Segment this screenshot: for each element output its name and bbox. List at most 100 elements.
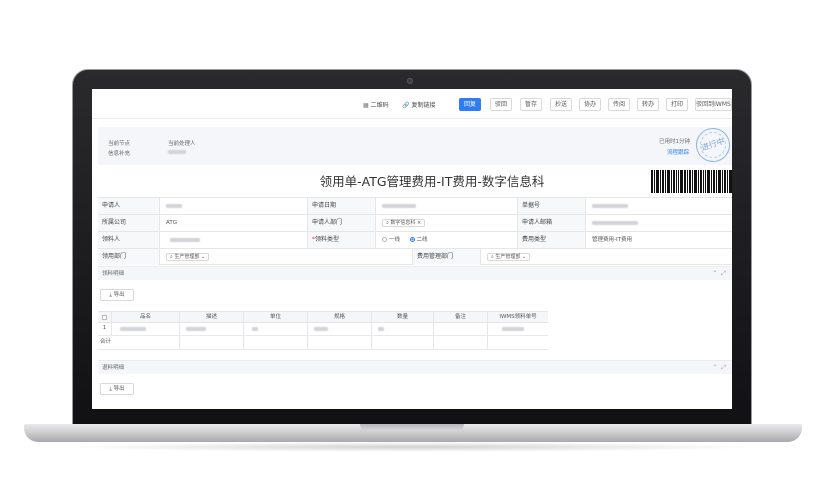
form-row-applicant: 申请人 申请日期 单据号 bbox=[98, 197, 732, 214]
col-quantity: 数量 bbox=[372, 312, 434, 322]
form-row-dept: 领用部门 ⌕ 生产管理部 ⌄ 费用管理部门 ⌕ 生产管理部 ⌄ bbox=[98, 248, 732, 265]
handler-value-redacted bbox=[168, 150, 186, 154]
assist-button[interactable]: 协办 bbox=[579, 98, 601, 111]
cell-name bbox=[112, 323, 180, 335]
apply-dept-label: 申请人部门 bbox=[308, 215, 376, 231]
chevron-down-icon[interactable]: ⌄ bbox=[522, 254, 526, 260]
col-iwms-no: IWMS领料单号 bbox=[499, 314, 537, 320]
cell-remark bbox=[434, 323, 488, 335]
company-label: 所属公司 bbox=[98, 215, 160, 231]
email-redacted bbox=[592, 221, 638, 225]
table-row[interactable]: 1 bbox=[98, 323, 548, 336]
collapse-icon[interactable]: ⌃ bbox=[712, 270, 717, 277]
form-row-receiver: 领料人 *领料类型 一线 二线 费用类型 管理费用-IT费用 bbox=[98, 231, 732, 248]
copy-link-button[interactable]: 🔗 复制链接 bbox=[402, 100, 436, 109]
applicant-redacted bbox=[166, 204, 182, 208]
apply-date-value bbox=[376, 198, 518, 214]
cc-button[interactable]: 抄送 bbox=[550, 98, 572, 111]
use-dept-field[interactable]: ⌕ 生产管理部 ⌄ bbox=[160, 249, 413, 265]
col-description: 描述 bbox=[180, 312, 244, 322]
total-cell bbox=[372, 336, 434, 349]
row-index: 1 bbox=[98, 323, 112, 335]
expense-type-label: 费用类型 bbox=[518, 232, 586, 248]
qrcode-button[interactable]: ▦ 二维码 bbox=[363, 100, 389, 109]
radio-first-line[interactable] bbox=[382, 237, 387, 242]
radio-second-line[interactable] bbox=[409, 237, 415, 242]
fullscreen-icon[interactable]: ⤢ bbox=[721, 364, 726, 371]
doc-no-label: 单据号 bbox=[518, 198, 586, 214]
col-spec: 规格 bbox=[308, 312, 372, 322]
camera-icon bbox=[407, 78, 413, 84]
link-icon: 🔗 bbox=[402, 102, 410, 109]
download-icon: ⤓ bbox=[109, 386, 112, 392]
material-type-label: *领料类型 bbox=[308, 232, 376, 248]
applicant-value bbox=[160, 198, 308, 214]
select-all-checkbox[interactable] bbox=[102, 315, 107, 320]
receiver-label: 领料人 bbox=[98, 232, 160, 248]
export-button[interactable]: ⤓ 导出 bbox=[100, 383, 134, 395]
apply-date-label: 申请日期 bbox=[308, 198, 376, 214]
apply-date-redacted bbox=[382, 204, 416, 208]
receive-detail-section[interactable]: 领料明细 ⌃ ⤢ bbox=[98, 266, 732, 280]
expense-dept-tag: ⌕ 生产管理部 ⌄ bbox=[487, 252, 531, 261]
laptop-shadow bbox=[60, 442, 764, 452]
select-all-cell bbox=[98, 312, 112, 322]
total-cell bbox=[180, 336, 244, 349]
transfer-button[interactable]: 转办 bbox=[637, 98, 659, 111]
receiver-value bbox=[160, 232, 308, 248]
cell-description-redacted bbox=[186, 327, 206, 331]
reject-button[interactable]: 驳回 bbox=[490, 98, 512, 111]
collapse-icon[interactable]: ⌃ bbox=[712, 364, 717, 371]
col-unit: 单位 bbox=[244, 312, 308, 322]
chevron-down-icon[interactable]: ⌄ bbox=[201, 254, 205, 260]
cell-iwms-no bbox=[488, 323, 548, 335]
form-row-company: 所属公司 ATG 申请人部门 ⌕ 数字信息科 × 申请人邮箱 bbox=[98, 214, 732, 231]
download-icon: ⤓ bbox=[109, 292, 112, 298]
elapsed-time: 已用时1分钟 bbox=[659, 139, 690, 145]
col-remark: 备注 bbox=[434, 312, 488, 322]
cell-unit bbox=[244, 323, 308, 335]
cell-name-redacted bbox=[120, 327, 146, 331]
total-label: 合计 bbox=[98, 336, 180, 349]
cell-quantity bbox=[372, 323, 434, 335]
reject-to-iwms-button[interactable]: 驳回到IWMS bbox=[695, 98, 732, 111]
print-button[interactable]: 打印 bbox=[666, 98, 688, 111]
qrcode-icon: ▦ bbox=[363, 102, 369, 109]
close-icon[interactable]: × bbox=[417, 220, 421, 226]
email-label: 申请人邮箱 bbox=[518, 215, 586, 231]
cell-iwms-redacted bbox=[502, 327, 524, 331]
cell-description bbox=[180, 323, 244, 335]
search-icon: ⌕ bbox=[170, 253, 173, 260]
section-controls: ⌃ ⤢ bbox=[712, 361, 726, 375]
applicant-label: 申请人 bbox=[98, 198, 160, 214]
receiver-redacted bbox=[170, 238, 200, 242]
material-type-radio-group: 一线 二线 bbox=[376, 232, 518, 248]
expense-dept-field[interactable]: ⌕ 生产管理部 ⌄ bbox=[481, 249, 732, 265]
apply-dept-field[interactable]: ⌕ 数字信息科 × bbox=[376, 215, 518, 231]
fullscreen-icon[interactable]: ⤢ bbox=[721, 270, 726, 277]
return-detail-title: 退料明细 bbox=[102, 365, 125, 371]
toolbar: ▦ 二维码 🔗 复制链接 回复 驳回 暂存 抄送 协办 传阅 转办 打印 驳回到IW… bbox=[92, 89, 732, 119]
table-total-row: 合计 bbox=[98, 336, 548, 350]
circulate-button[interactable]: 传阅 bbox=[608, 98, 630, 111]
total-cell bbox=[434, 336, 488, 349]
receive-detail-title: 领料明细 bbox=[102, 271, 125, 277]
total-cell bbox=[488, 336, 548, 349]
return-detail-section[interactable]: 退料明细 ⌃ ⤢ bbox=[98, 360, 732, 374]
total-cell bbox=[308, 336, 372, 349]
current-node-label: 当前节点 bbox=[108, 141, 131, 147]
apply-dept-tag: ⌕ 数字信息科 × bbox=[382, 218, 426, 227]
expense-dept-label: 费用管理部门 bbox=[413, 249, 481, 265]
cell-spec bbox=[308, 323, 372, 335]
screen: ▦ 二维码 🔗 复制链接 回复 驳回 暂存 抄送 协办 传阅 转办 打印 驳回到IW… bbox=[92, 89, 732, 409]
export-button[interactable]: ⤓ 导出 bbox=[100, 289, 134, 301]
doc-no-value bbox=[586, 198, 732, 214]
extra-info-label: 信息补充 bbox=[108, 151, 131, 157]
reply-button[interactable]: 回复 bbox=[459, 98, 481, 111]
flow-tracking-link[interactable]: 流程跟踪 bbox=[667, 148, 689, 156]
cell-unit-redacted bbox=[252, 327, 258, 331]
cell-quantity-redacted bbox=[378, 327, 384, 331]
company-value: ATG bbox=[160, 215, 308, 231]
section-controls: ⌃ ⤢ bbox=[712, 267, 726, 281]
save-draft-button[interactable]: 暂存 bbox=[520, 98, 542, 111]
